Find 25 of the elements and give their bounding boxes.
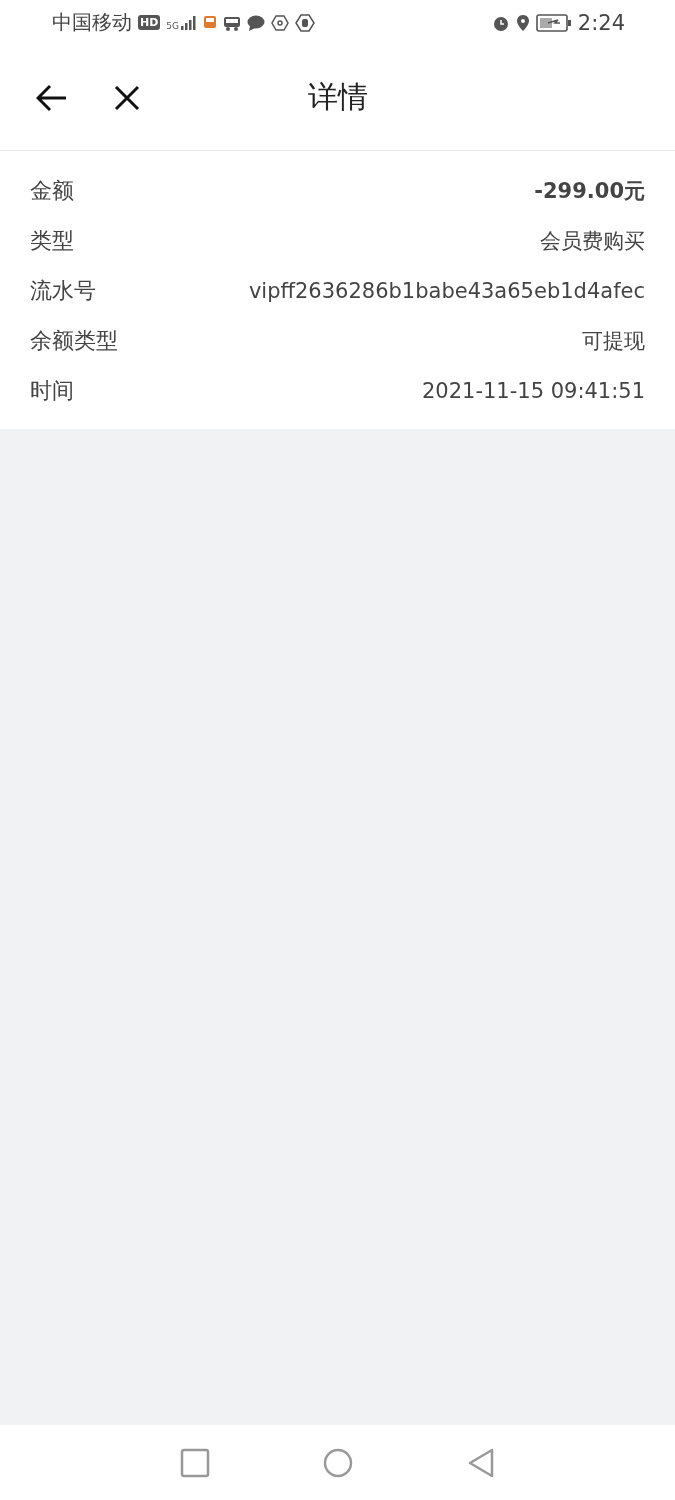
home-icon[interactable] bbox=[322, 1447, 353, 1478]
detail-value: 会员费购买 bbox=[540, 228, 645, 255]
signal-icon bbox=[181, 15, 198, 30]
chat-icon bbox=[247, 14, 266, 31]
detail-label: 流水号 bbox=[30, 277, 96, 305]
back-icon[interactable] bbox=[36, 83, 68, 112]
location-icon bbox=[515, 13, 530, 32]
clock: 2:24 bbox=[577, 10, 625, 35]
detail-label: 时间 bbox=[30, 377, 74, 405]
network-label: 5G bbox=[166, 21, 180, 31]
hd-badge: HD bbox=[138, 15, 161, 30]
close-icon[interactable] bbox=[114, 84, 140, 111]
detail-label: 余额类型 bbox=[30, 327, 118, 355]
page-title: 详情 bbox=[306, 78, 369, 116]
recent-apps-icon[interactable] bbox=[179, 1447, 210, 1478]
hexagon-icon bbox=[271, 14, 290, 31]
detail-label: 类型 bbox=[30, 227, 74, 255]
detail-label: 金额 bbox=[30, 177, 74, 205]
detail-value: 2021-11-15 09:41:51 bbox=[421, 379, 645, 403]
detail-value: -299.00元 bbox=[534, 178, 645, 205]
battery-icon bbox=[535, 13, 572, 32]
detail-value: 可提现 bbox=[582, 328, 645, 355]
detail-value: vipff2636286b1babe43a65eb1d4afec bbox=[248, 279, 645, 303]
truck-icon bbox=[223, 14, 242, 31]
carrier-name: 中国移动 bbox=[52, 9, 132, 36]
